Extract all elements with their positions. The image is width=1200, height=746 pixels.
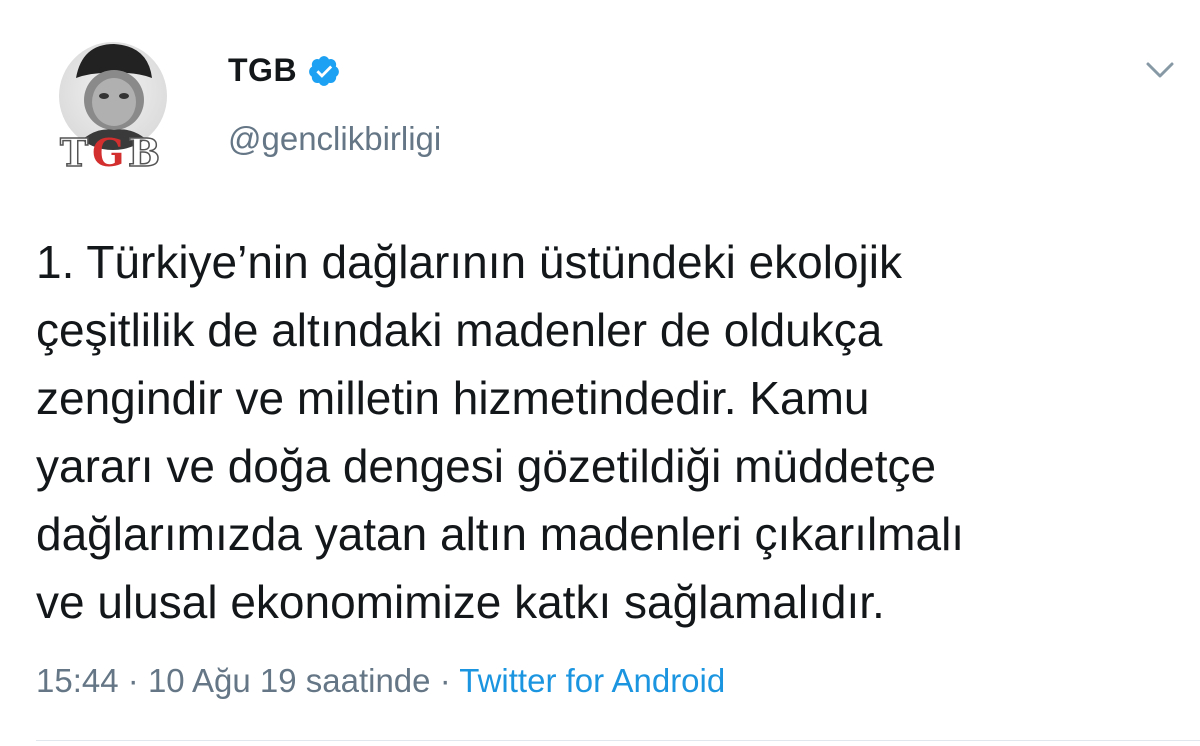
author-handle[interactable]: @genclikbirligi — [228, 120, 441, 158]
tweet-text: 1. Türkiye’nin dağlarının üstündeki ekol… — [36, 236, 965, 628]
avatar[interactable]: T G B — [52, 38, 174, 176]
tweet-metadata: 15:44 · 10 Ağu 19 saatinde · Twitter for… — [36, 662, 725, 700]
verified-badge-icon — [307, 54, 341, 88]
svg-text:B: B — [128, 130, 160, 172]
meta-separator: · — [127, 662, 148, 699]
meta-separator: · — [439, 662, 460, 699]
author-display-name[interactable]: TGB — [228, 52, 297, 89]
tweet-time[interactable]: 15:44 — [36, 662, 119, 699]
svg-text:G: G — [92, 130, 124, 172]
chevron-down-icon[interactable] — [1142, 56, 1178, 82]
author-name-row[interactable]: TGB — [228, 52, 341, 89]
tweet-source-link[interactable]: Twitter for Android — [459, 662, 725, 699]
divider — [36, 740, 1200, 741]
tweet-date[interactable]: 10 Ağu 19 saatinde — [148, 662, 431, 699]
svg-text:T: T — [60, 130, 88, 172]
